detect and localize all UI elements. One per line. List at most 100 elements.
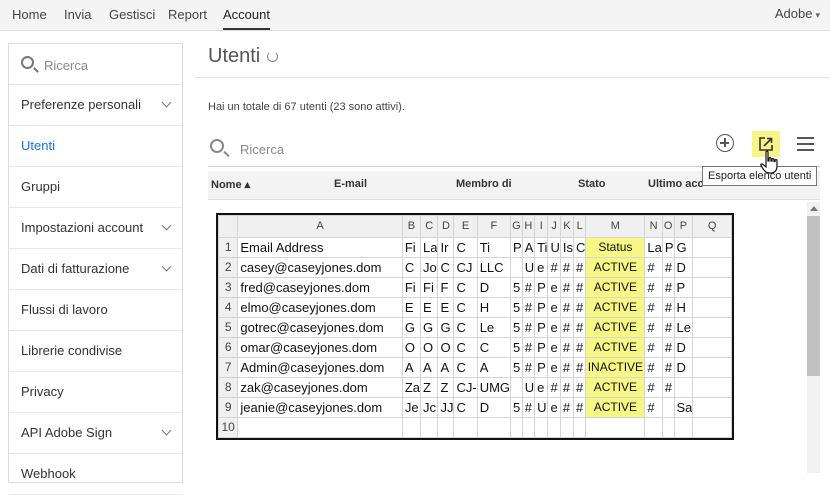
- spreadsheet-cell[interactable]: F: [437, 277, 455, 298]
- spreadsheet-cell[interactable]: [521, 417, 536, 438]
- spreadsheet-cell[interactable]: Fi: [401, 237, 422, 258]
- spreadsheet-cell[interactable]: U: [547, 237, 561, 258]
- hamburger-menu-button[interactable]: [797, 137, 814, 151]
- spreadsheet-cell[interactable]: #: [559, 297, 574, 318]
- column-header-email[interactable]: E-mail: [334, 178, 367, 190]
- spreadsheet-cell[interactable]: [547, 417, 561, 438]
- spreadsheet-cell[interactable]: #: [661, 357, 675, 378]
- spreadsheet-cell[interactable]: Admin@caseyjones.dom: [237, 357, 403, 378]
- spreadsheet-cell[interactable]: 5: [510, 277, 523, 298]
- spreadsheet-cell[interactable]: #: [559, 277, 574, 298]
- spreadsheet-cell[interactable]: #: [572, 357, 587, 378]
- spreadsheet-row-number[interactable]: 2: [218, 257, 239, 278]
- spreadsheet-cell[interactable]: [476, 417, 512, 438]
- spreadsheet-cell[interactable]: [692, 237, 732, 258]
- spreadsheet-cell[interactable]: 5: [510, 337, 523, 358]
- spreadsheet-cell[interactable]: e: [534, 377, 549, 398]
- spreadsheet-cell[interactable]: Status: [585, 237, 646, 258]
- spreadsheet-row-number[interactable]: 8: [218, 377, 239, 398]
- spreadsheet-cell[interactable]: #: [644, 297, 663, 318]
- spreadsheet-cell[interactable]: Jc: [419, 397, 439, 418]
- spreadsheet-column-header[interactable]: L: [572, 215, 587, 238]
- spreadsheet-cell[interactable]: 5: [510, 397, 523, 418]
- spreadsheet-column-header[interactable]: N: [644, 215, 663, 238]
- spreadsheet-cell[interactable]: ACTIVE: [585, 277, 646, 298]
- spreadsheet-cell[interactable]: #: [572, 297, 587, 318]
- spreadsheet-cell[interactable]: P: [534, 317, 549, 338]
- spreadsheet-column-header[interactable]: H: [521, 215, 536, 238]
- spreadsheet-column-header[interactable]: J: [547, 215, 561, 238]
- spreadsheet-row-number[interactable]: 5: [218, 317, 239, 338]
- spreadsheet-cell[interactable]: #: [521, 357, 536, 378]
- spreadsheet-cell[interactable]: O: [437, 337, 455, 358]
- spreadsheet-cell[interactable]: #: [661, 377, 675, 398]
- spreadsheet-cell[interactable]: #: [559, 317, 574, 338]
- spreadsheet-cell[interactable]: [692, 377, 732, 398]
- sidebar-item-utenti[interactable]: Utenti: [9, 126, 182, 167]
- brand-menu[interactable]: Adobe ▾: [775, 0, 820, 30]
- spreadsheet-cell[interactable]: [692, 257, 732, 278]
- spreadsheet-cell[interactable]: LLC: [476, 257, 512, 278]
- spreadsheet-cell[interactable]: #: [521, 317, 536, 338]
- spreadsheet-cell[interactable]: e: [547, 337, 561, 358]
- spreadsheet-cell[interactable]: [510, 417, 523, 438]
- spreadsheet-cell[interactable]: U: [521, 257, 536, 278]
- spreadsheet-cell[interactable]: La: [419, 237, 439, 258]
- spreadsheet-cell[interactable]: P: [661, 237, 675, 258]
- spreadsheet-cell[interactable]: Za: [401, 377, 422, 398]
- spreadsheet-cell[interactable]: [692, 317, 732, 338]
- spreadsheet-cell[interactable]: A: [401, 357, 422, 378]
- nav-home[interactable]: Home: [12, 0, 47, 30]
- spreadsheet-cell[interactable]: #: [572, 337, 587, 358]
- spreadsheet-cell[interactable]: [692, 277, 732, 298]
- spreadsheet-cell[interactable]: #: [644, 397, 663, 418]
- spreadsheet-column-header[interactable]: A: [237, 215, 403, 238]
- sidebar-search-input[interactable]: [42, 54, 176, 76]
- spreadsheet-cell[interactable]: H: [673, 297, 694, 318]
- spreadsheet-cell[interactable]: A: [476, 357, 512, 378]
- spreadsheet-cell[interactable]: P: [673, 277, 694, 298]
- spreadsheet-column-header[interactable]: C: [419, 215, 439, 238]
- spreadsheet-cell[interactable]: #: [572, 277, 587, 298]
- sidebar-item-dati-di-fatturazione[interactable]: Dati di fatturazione: [9, 249, 182, 290]
- spreadsheet-cell[interactable]: O: [401, 337, 422, 358]
- spreadsheet-cell[interactable]: e: [534, 257, 549, 278]
- spreadsheet-column-header[interactable]: Q: [692, 215, 732, 238]
- spreadsheet-cell[interactable]: A: [419, 357, 439, 378]
- spreadsheet-cell[interactable]: Ti: [476, 237, 512, 258]
- spreadsheet-cell[interactable]: e: [547, 357, 561, 378]
- spreadsheet-cell[interactable]: elmo@caseyjones.dom: [237, 297, 403, 318]
- spreadsheet-cell[interactable]: #: [644, 337, 663, 358]
- spreadsheet-cell[interactable]: Z: [437, 377, 455, 398]
- spreadsheet-row-number[interactable]: 4: [218, 297, 239, 318]
- spreadsheet-cell[interactable]: [437, 417, 455, 438]
- spreadsheet-cell[interactable]: E: [401, 297, 422, 318]
- column-header-ultimo-accesso[interactable]: Ultimo acc: [648, 178, 704, 190]
- spreadsheet-cell[interactable]: #: [559, 377, 574, 398]
- nav-report[interactable]: Report: [168, 0, 207, 30]
- spreadsheet-cell[interactable]: Le: [476, 317, 512, 338]
- spreadsheet-cell[interactable]: Je: [401, 397, 422, 418]
- spreadsheet-cell[interactable]: [661, 397, 675, 418]
- spreadsheet-cell[interactable]: C: [453, 317, 478, 338]
- spreadsheet-cell[interactable]: casey@caseyjones.dom: [237, 257, 403, 278]
- spreadsheet-cell[interactable]: #: [644, 377, 663, 398]
- spreadsheet-cell[interactable]: C: [572, 237, 587, 258]
- spreadsheet-cell[interactable]: [559, 417, 574, 438]
- spreadsheet-cell[interactable]: #: [661, 297, 675, 318]
- spreadsheet-cell[interactable]: #: [559, 257, 574, 278]
- spreadsheet-cell[interactable]: #: [644, 357, 663, 378]
- spreadsheet-cell[interactable]: Ir: [437, 237, 455, 258]
- scroll-up-arrow-icon[interactable]: [810, 206, 818, 211]
- spreadsheet-cell[interactable]: [585, 417, 646, 438]
- spreadsheet-corner[interactable]: [218, 215, 239, 238]
- sidebar-item-gruppi[interactable]: Gruppi: [9, 167, 182, 208]
- spreadsheet-cell[interactable]: D: [673, 257, 694, 278]
- spreadsheet-cell[interactable]: e: [547, 277, 561, 298]
- spreadsheet-cell[interactable]: JJ: [437, 397, 455, 418]
- spreadsheet-cell[interactable]: Fi: [401, 277, 422, 298]
- spreadsheet-cell[interactable]: P: [534, 277, 549, 298]
- spreadsheet-column-header[interactable]: I: [534, 215, 549, 238]
- spreadsheet-cell[interactable]: gotrec@caseyjones.dom: [237, 317, 403, 338]
- spreadsheet-row-number[interactable]: 7: [218, 357, 239, 378]
